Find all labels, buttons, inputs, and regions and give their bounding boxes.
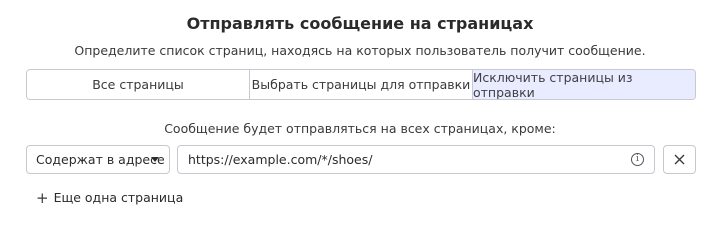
info-icon[interactable]: i [631,153,644,166]
caret-down-icon [151,157,159,162]
page-title: Отправлять сообщение на страницах [186,14,534,33]
condition-select[interactable]: Содержат в адресе [26,145,170,174]
tab-exclude-pages[interactable]: Исключить страницы из отправки [472,70,695,99]
add-page-label: Еще одна страница [53,190,184,205]
url-input[interactable] [178,146,618,173]
condition-select-value: Содержат в адресе [36,152,165,167]
add-page-button[interactable]: + Еще одна страница [36,190,183,205]
plus-icon: + [36,188,49,207]
tab-all-pages[interactable]: Все страницы [27,70,249,99]
rule-caption: Сообщение будет отправляться на всех стр… [164,121,556,136]
page-subtitle: Определите список страниц, находясь на к… [74,43,646,58]
url-field: i [177,145,655,174]
page-scope-tabs: Все страницы Выбрать страницы для отправ… [26,69,696,100]
tab-select-pages[interactable]: Выбрать страницы для отправки [249,70,472,99]
close-icon [674,154,685,165]
remove-rule-button[interactable] [663,145,696,174]
